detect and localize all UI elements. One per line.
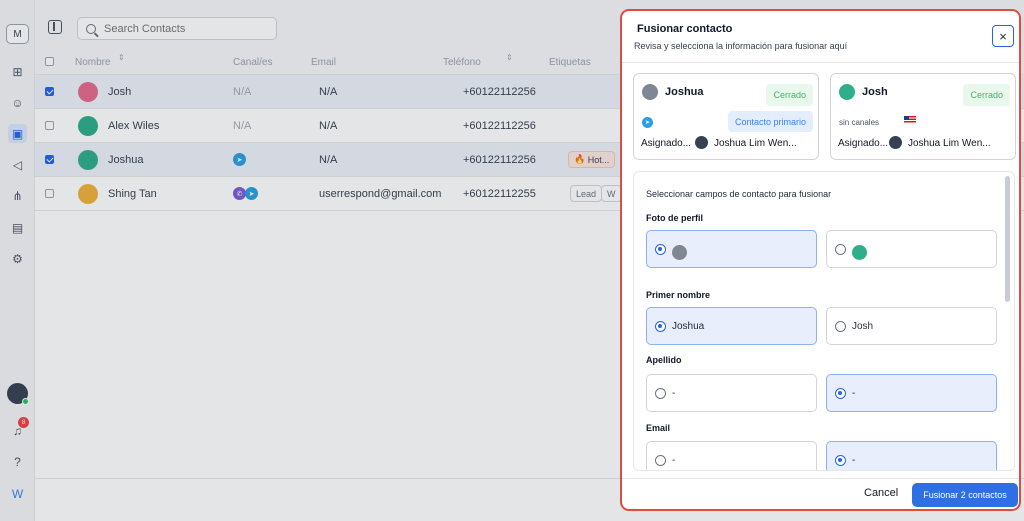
- last-name-option-right[interactable]: -: [826, 374, 997, 412]
- field-label-first-name: Primer nombre: [646, 290, 711, 300]
- merge-contacts-button[interactable]: Fusionar 2 contactos: [912, 483, 1018, 507]
- fields-intro: Seleccionar campos de contacto para fusi…: [646, 189, 832, 199]
- radio[interactable]: [835, 455, 846, 466]
- card-contact-name: Josh: [862, 86, 888, 98]
- option-value: -: [852, 455, 856, 466]
- telegram-icon: ➤: [642, 117, 653, 128]
- assigned-agent: Joshua Lim Wen...: [714, 138, 797, 149]
- assigned-label: Asignado...: [838, 138, 889, 149]
- contact-card-joshua: Joshua Cerrado ➤ Contacto primario Asign…: [633, 73, 819, 160]
- option-value: -: [672, 455, 676, 466]
- agent-avatar: [889, 136, 902, 149]
- contact-card-josh: Josh Cerrado sin canales Asignado... Jos…: [830, 73, 1016, 160]
- avatar: [642, 84, 658, 100]
- option-value: Josh: [852, 321, 874, 332]
- option-value: Joshua: [672, 321, 705, 332]
- avatar: [672, 245, 687, 260]
- email-option-left[interactable]: -: [646, 441, 817, 470]
- radio[interactable]: [655, 455, 666, 466]
- photo-option-right[interactable]: [826, 230, 997, 268]
- modal-footer-divider: [622, 478, 1019, 479]
- email-option-right[interactable]: -: [826, 441, 997, 470]
- assigned-label: Asignado...: [641, 138, 692, 149]
- option-value: -: [852, 388, 856, 399]
- card-contact-name: Joshua: [665, 86, 704, 98]
- us-flag-icon: [904, 116, 916, 124]
- option-value: -: [672, 388, 676, 399]
- modal-title: Fusionar contacto: [637, 23, 733, 35]
- status-badge: Cerrado: [766, 84, 813, 106]
- modal-subtitle: Revisa y selecciona la información para …: [634, 41, 848, 51]
- cancel-button[interactable]: Cancel: [864, 487, 898, 499]
- radio[interactable]: [835, 321, 846, 332]
- avatar: [852, 245, 867, 260]
- close-button[interactable]: ×: [992, 25, 1014, 47]
- field-label-last-name: Apellido: [646, 355, 682, 365]
- scrollbar[interactable]: [1005, 172, 1010, 470]
- no-channels-label: sin canales: [839, 118, 880, 127]
- first-name-option-left[interactable]: Joshua: [646, 307, 817, 345]
- radio[interactable]: [655, 244, 666, 255]
- radio[interactable]: [655, 321, 666, 332]
- field-label-email: Email: [646, 423, 671, 433]
- first-name-option-right[interactable]: Josh: [826, 307, 997, 345]
- agent-avatar: [695, 136, 708, 149]
- radio[interactable]: [655, 388, 666, 399]
- photo-option-left[interactable]: [646, 230, 817, 268]
- last-name-option-left[interactable]: -: [646, 374, 817, 412]
- primary-contact-badge: Contacto primario: [727, 111, 813, 132]
- avatar: [839, 84, 855, 100]
- status-badge: Cerrado: [963, 84, 1010, 106]
- radio[interactable]: [835, 388, 846, 399]
- divider: [622, 62, 1019, 63]
- radio[interactable]: [835, 244, 846, 255]
- merge-fields-panel: Seleccionar campos de contacto para fusi…: [633, 171, 1015, 471]
- merge-contact-modal: Fusionar contacto Revisa y selecciona la…: [620, 9, 1021, 511]
- assigned-agent: Joshua Lim Wen...: [908, 138, 991, 149]
- field-label-photo: Foto de perfil: [646, 213, 703, 223]
